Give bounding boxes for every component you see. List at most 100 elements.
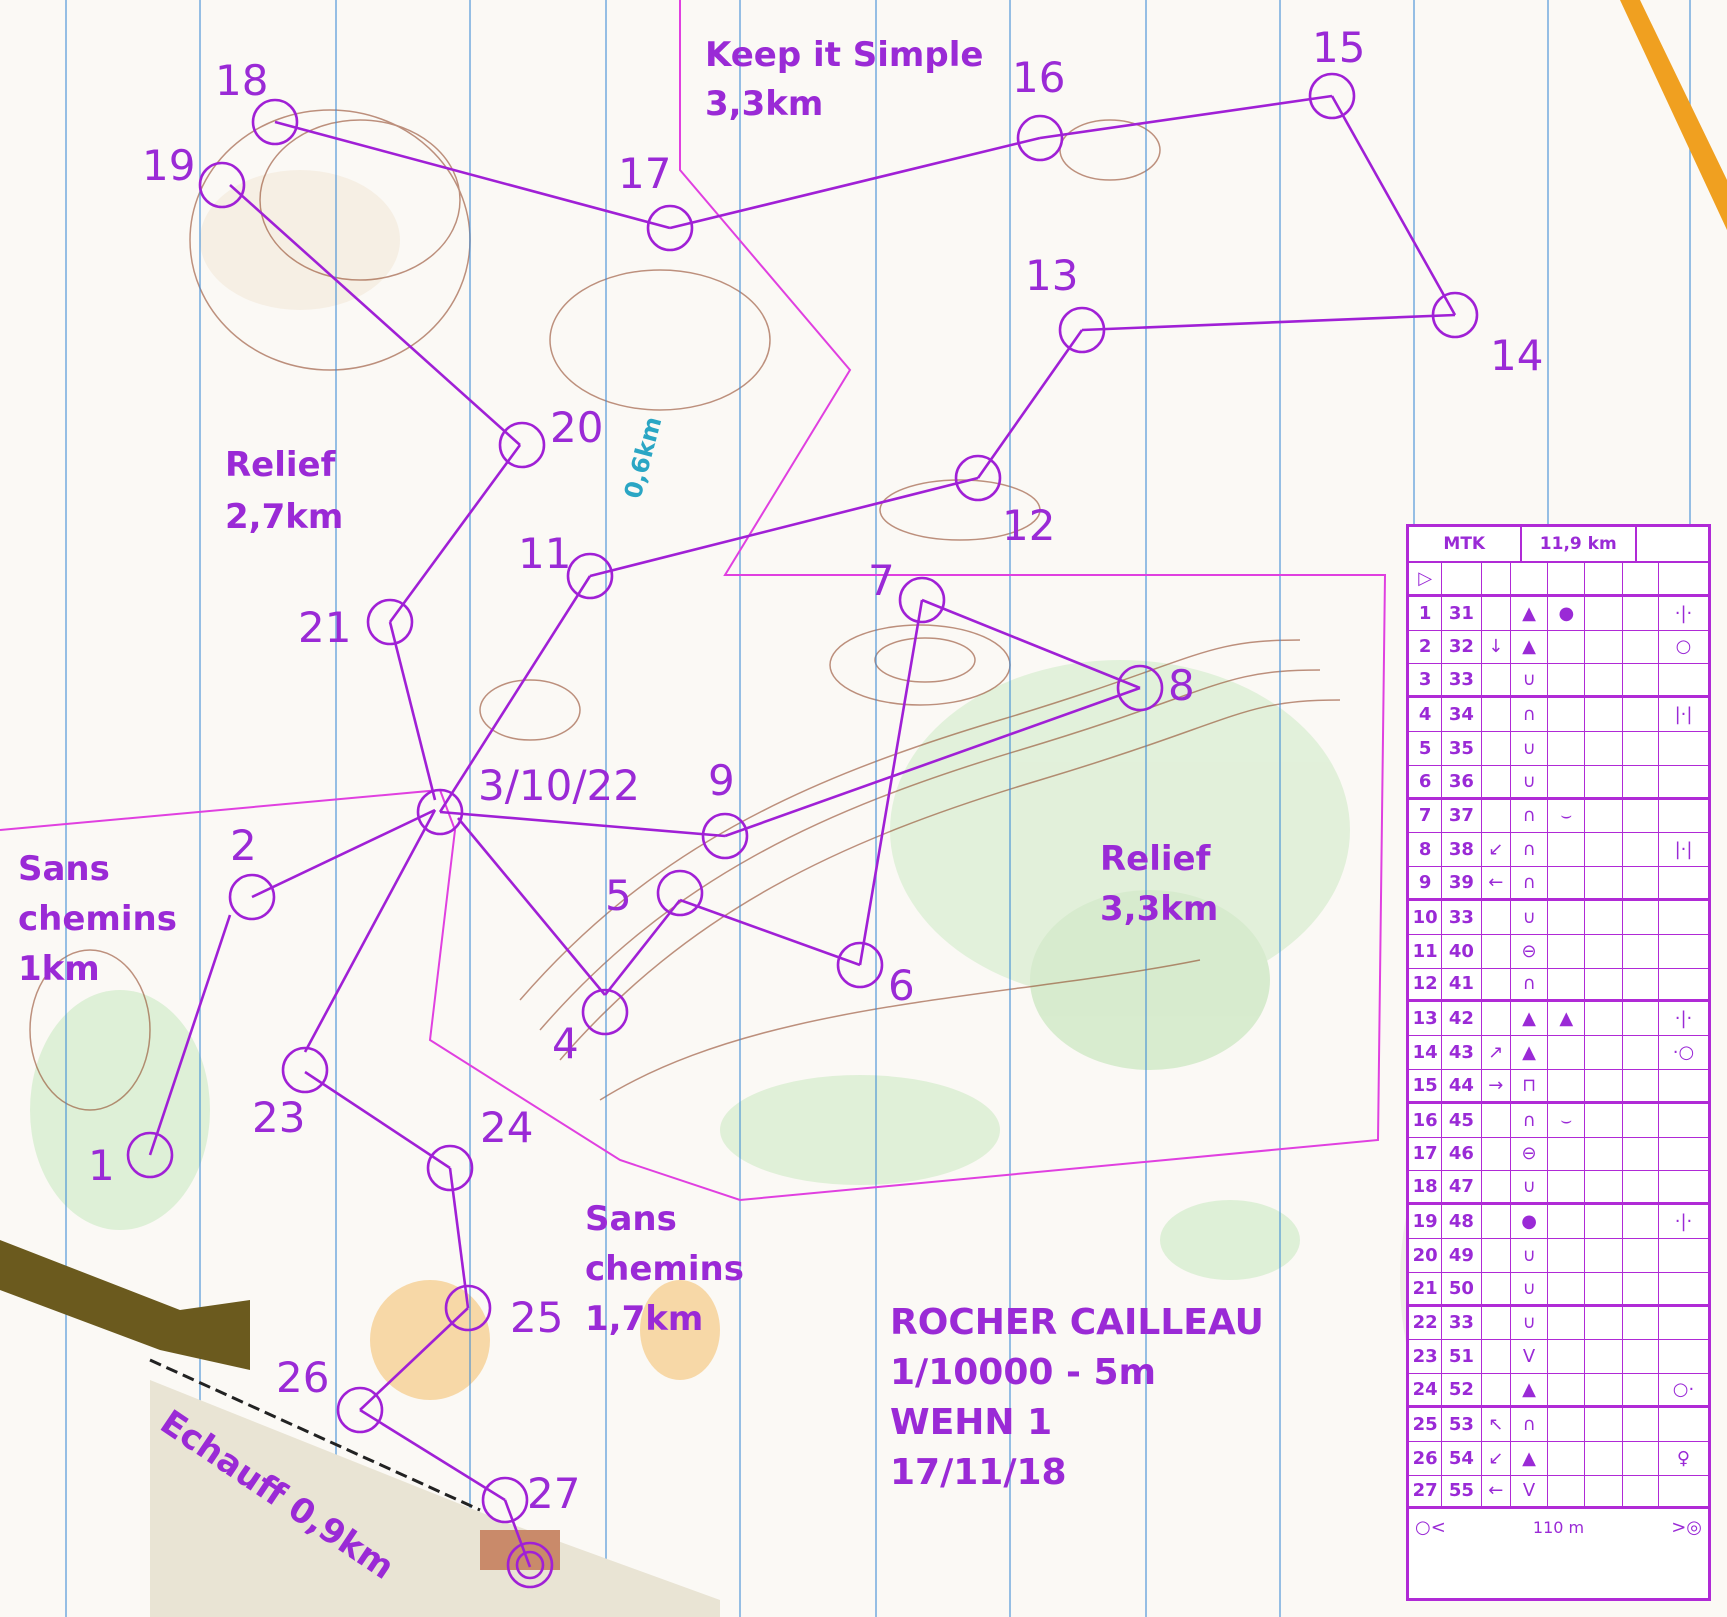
description-row: 7 37 ∩ ⌣ bbox=[1409, 799, 1708, 834]
description-cell-feature: ∪ bbox=[1511, 765, 1549, 797]
description-row: 20 49 ∪ bbox=[1409, 1238, 1708, 1273]
description-cell-extra bbox=[1659, 732, 1708, 765]
description-cell-empty bbox=[1585, 1103, 1623, 1137]
description-cell-code: 33 bbox=[1442, 664, 1482, 696]
description-cell-dir bbox=[1482, 698, 1511, 731]
description-cell-empty bbox=[1623, 1475, 1659, 1507]
description-cell-extra bbox=[1659, 1070, 1708, 1101]
description-cell-code: 48 bbox=[1442, 1205, 1482, 1238]
description-cell-num: 25 bbox=[1409, 1407, 1443, 1441]
description-cell-detail bbox=[1548, 934, 1586, 968]
description-cell-code: 45 bbox=[1442, 1103, 1482, 1137]
description-cell-empty bbox=[1585, 968, 1623, 1000]
description-row: 19 48 ● ·|· bbox=[1409, 1205, 1708, 1239]
description-cell-code: 47 bbox=[1442, 1171, 1482, 1203]
description-cell-empty bbox=[1585, 833, 1623, 867]
description-row: 26 54 ↙ ▲ ♀ bbox=[1409, 1441, 1708, 1476]
description-cell-feature: ∩ bbox=[1511, 1103, 1549, 1137]
description-cell-extra bbox=[1659, 969, 1708, 1000]
control-label-25: 25 bbox=[510, 1293, 563, 1342]
header-empty bbox=[1637, 527, 1708, 561]
description-cell-feature: ▲ bbox=[1511, 596, 1549, 630]
description-cell-empty bbox=[1623, 731, 1659, 765]
description-cell-empty bbox=[1585, 630, 1623, 664]
description-cell-detail bbox=[1548, 1069, 1586, 1101]
description-cell-code: 37 bbox=[1442, 799, 1482, 833]
description-cell-feature: ∩ bbox=[1511, 968, 1549, 1000]
control-description-sheet: MTK 11,9 km ▷ 1 31 ▲ ● ·|· 2 32 ↓ ▲ ○ 3 33 ∪ 4 34 ∩ |·| 5… bbox=[1406, 524, 1711, 1601]
control-label-2: 2 bbox=[230, 821, 257, 870]
course-length: 11,9 km bbox=[1522, 527, 1637, 561]
zone-sans-chemins-right-line-1: Sans bbox=[585, 1199, 677, 1239]
zone-keep-it-simple-line-1: Keep it Simple bbox=[705, 35, 983, 75]
description-cell-extra bbox=[1659, 1104, 1708, 1137]
description-cell-code: 43 bbox=[1442, 1036, 1482, 1069]
description-cell-num: 24 bbox=[1409, 1374, 1443, 1405]
map-title-line-4: 17/11/18 bbox=[890, 1452, 1067, 1493]
description-cell-detail bbox=[1548, 1475, 1586, 1507]
zone-relief-right-line-1: Relief bbox=[1100, 839, 1212, 879]
description-cell-empty bbox=[1623, 664, 1659, 696]
finish-row: ○< 110 m >◎ bbox=[1409, 1509, 1708, 1545]
description-cell-detail bbox=[1548, 664, 1586, 696]
description-cell-num: 21 bbox=[1409, 1272, 1443, 1304]
description-cell-extra bbox=[1659, 901, 1708, 934]
control-label-13: 13 bbox=[1025, 251, 1078, 300]
description-row: 6 36 ∪ bbox=[1409, 765, 1708, 800]
control-label-17: 17 bbox=[618, 149, 671, 198]
description-cell-feature: ∩ bbox=[1511, 1407, 1549, 1441]
control-label-23: 23 bbox=[252, 1093, 305, 1142]
description-cell-detail: ⌣ bbox=[1548, 799, 1586, 833]
description-row: 4 34 ∩ |·| bbox=[1409, 698, 1708, 732]
description-cell-detail bbox=[1548, 1036, 1586, 1069]
description-cell-num: 5 bbox=[1409, 731, 1443, 765]
description-row: 14 43 ↗ ▲ ·○ bbox=[1409, 1036, 1708, 1070]
description-row: 16 45 ∩ ⌣ bbox=[1409, 1103, 1708, 1138]
description-cell-empty bbox=[1623, 1306, 1659, 1340]
description-cell-extra bbox=[1659, 1171, 1708, 1202]
zone-relief-left-line-2: 2,7km bbox=[225, 497, 343, 537]
description-cell-extra: ○ bbox=[1675, 636, 1692, 658]
description-row: 18 47 ∪ bbox=[1409, 1171, 1708, 1206]
description-cell-empty bbox=[1585, 1002, 1623, 1036]
description-cell-num: 8 bbox=[1409, 833, 1443, 867]
description-cell-empty bbox=[1623, 630, 1659, 664]
description-cell-empty bbox=[1585, 1137, 1623, 1171]
description-cell-feature: ⊓ bbox=[1511, 1069, 1549, 1101]
description-cell-feature: V bbox=[1511, 1475, 1549, 1507]
description-cell-detail: ● bbox=[1548, 596, 1586, 630]
description-cell-dir bbox=[1482, 1171, 1511, 1203]
description-cell-empty bbox=[1585, 1238, 1623, 1272]
description-cell-feature: ● bbox=[1511, 1205, 1549, 1238]
control-label-11: 11 bbox=[518, 529, 571, 578]
description-cell-dir bbox=[1482, 664, 1511, 696]
description-cell-detail: ⌣ bbox=[1548, 1103, 1586, 1137]
description-cell-dir: ↙ bbox=[1482, 833, 1511, 867]
description-cell-code: 35 bbox=[1442, 731, 1482, 765]
description-cell-feature: ∩ bbox=[1511, 867, 1549, 898]
zone-sans-chemins-right-line-2: chemins bbox=[585, 1249, 744, 1289]
description-cell-detail bbox=[1548, 630, 1586, 664]
description-cell-empty bbox=[1623, 799, 1659, 833]
description-cell-extra bbox=[1659, 935, 1708, 968]
description-cell-extra bbox=[1659, 1239, 1708, 1272]
description-cell-dir bbox=[1482, 1002, 1511, 1036]
description-cell-num: 15 bbox=[1409, 1069, 1443, 1101]
control-label-24: 24 bbox=[480, 1103, 533, 1152]
description-cell-empty bbox=[1585, 765, 1623, 797]
description-cell-feature: ∪ bbox=[1511, 1306, 1549, 1340]
description-cell-feature: ▲ bbox=[1511, 1002, 1549, 1036]
description-cell-num: 10 bbox=[1409, 900, 1443, 934]
description-cell-detail bbox=[1548, 765, 1586, 797]
description-cell-num: 1 bbox=[1409, 596, 1443, 630]
zone-sans-chemins-right-line-3: 1,7km bbox=[585, 1299, 703, 1339]
description-cell-extra bbox=[1659, 1138, 1708, 1171]
description-cell-empty bbox=[1623, 1374, 1659, 1405]
control-label-27: 27 bbox=[527, 1469, 580, 1518]
description-cell-num: 12 bbox=[1409, 968, 1443, 1000]
description-cell-dir bbox=[1482, 934, 1511, 968]
description-cell-code: 49 bbox=[1442, 1238, 1482, 1272]
description-cell-code: 34 bbox=[1442, 698, 1482, 731]
description-cell-code: 55 bbox=[1442, 1475, 1482, 1507]
description-cell-empty bbox=[1623, 1238, 1659, 1272]
